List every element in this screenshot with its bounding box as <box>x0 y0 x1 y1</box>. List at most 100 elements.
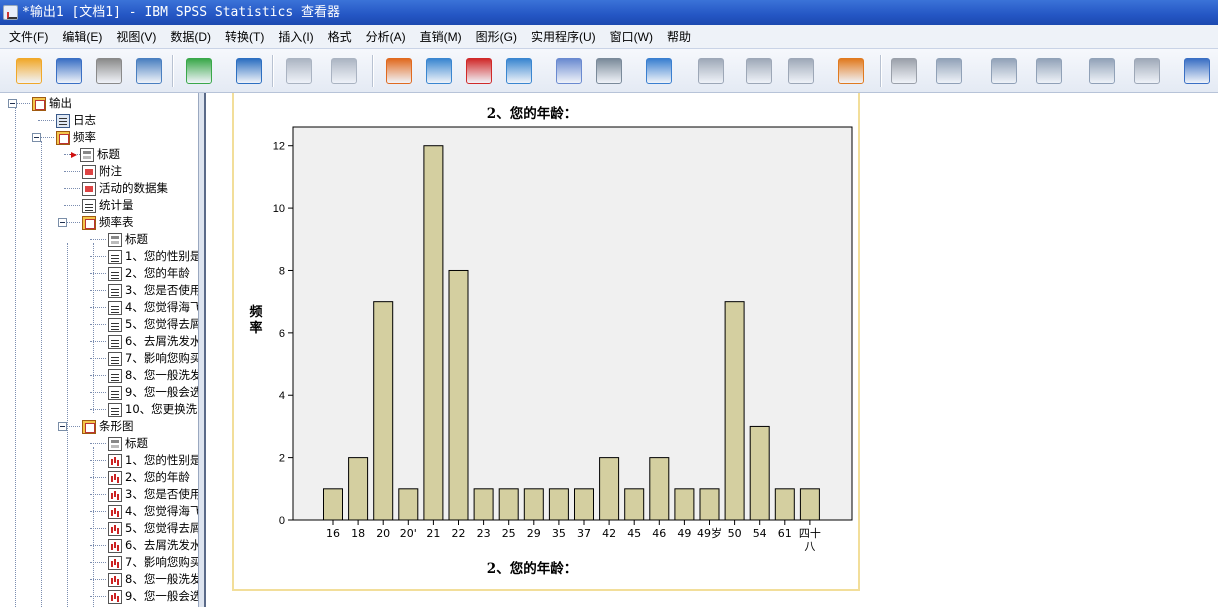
outline-item[interactable]: 5、您觉得去屑 <box>108 316 198 333</box>
outline-item-label: 频率表 <box>99 215 134 229</box>
outline-item[interactable]: 输出 <box>32 95 198 112</box>
outline-item[interactable]: 日志 <box>56 112 198 129</box>
pane-splitter[interactable] <box>198 93 206 607</box>
outline-item[interactable]: 活动的数据集 <box>82 180 198 197</box>
outline-item[interactable]: 标题 <box>108 435 198 452</box>
outline-item-label: 条形图 <box>99 419 134 433</box>
tree-guide-line <box>90 562 106 563</box>
menu-item-10[interactable]: 实用程序(U) <box>524 26 603 48</box>
variables-icon[interactable] <box>502 55 536 87</box>
book-icon <box>32 96 46 111</box>
outline-item[interactable]: 8、您一般洗发 <box>108 571 198 588</box>
outline-item[interactable]: 3、您是否使用 <box>108 282 198 299</box>
outline-item[interactable]: 频率表 <box>82 214 198 231</box>
print-icon[interactable] <box>92 55 126 87</box>
outline-item-label: 2、您的年龄 <box>125 266 190 280</box>
print-preview-icon[interactable] <box>132 55 166 87</box>
menu-item-0[interactable]: 文件(F) <box>2 26 55 48</box>
menu-item-12[interactable]: 帮助 <box>660 26 698 48</box>
goto-case-icon[interactable] <box>382 55 416 87</box>
save-icon[interactable] <box>52 55 86 87</box>
menu-item-2[interactable]: 视图(V) <box>109 26 163 48</box>
demote-icon[interactable] <box>1032 55 1066 87</box>
tree-collapse-toggle[interactable] <box>32 133 41 142</box>
menu-item-8[interactable]: 直销(M) <box>413 26 469 48</box>
outline-item[interactable]: 统计量 <box>82 197 198 214</box>
outline-item[interactable]: 10、您更换洗 <box>108 401 198 418</box>
toolbar-separator <box>272 55 274 87</box>
toolbar-separator <box>172 55 174 87</box>
menu-item-6[interactable]: 格式 <box>321 26 359 48</box>
outline-item[interactable]: 标题 <box>108 231 198 248</box>
hide-icon[interactable] <box>932 55 966 87</box>
recall-dialog-icon[interactable] <box>232 55 266 87</box>
outline-item-label: 附注 <box>99 164 122 178</box>
outline-item[interactable]: 2、您的年龄 <box>108 265 198 282</box>
outline-item[interactable]: 9、您一般会选 <box>108 588 198 605</box>
outline-item-label: 8、您一般洗发 <box>125 572 198 586</box>
promote-icon[interactable] <box>987 55 1021 87</box>
insert-cases-icon[interactable] <box>462 55 496 87</box>
menu-item-11[interactable]: 窗口(W) <box>603 26 660 48</box>
bar-chart-icon <box>108 470 122 485</box>
tree-collapse-toggle[interactable] <box>8 99 17 108</box>
weight-cases-icon[interactable] <box>592 55 626 87</box>
outline-item[interactable]: 标题 <box>70 146 186 163</box>
outline-item[interactable]: 5、您觉得去屑 <box>108 520 198 537</box>
outline-item-label: 标题 <box>125 436 148 450</box>
show-all-icon[interactable] <box>887 55 921 87</box>
tree-guide-line <box>90 494 106 495</box>
insert-heading-icon[interactable] <box>742 55 776 87</box>
outline-item[interactable]: 2、您的年龄 <box>108 469 198 486</box>
tree-guide-line <box>90 460 106 461</box>
chart-frame[interactable] <box>232 93 860 591</box>
export-icon[interactable] <box>182 55 216 87</box>
menu-item-1[interactable]: 编辑(E) <box>55 26 109 48</box>
insert-title-icon[interactable] <box>784 55 818 87</box>
outline-item[interactable]: 1、您的性别是 <box>108 248 198 265</box>
book-icon <box>82 419 96 434</box>
table-icon <box>108 317 122 332</box>
outline-item[interactable]: 条形图 <box>82 418 198 435</box>
outline-item[interactable]: 1、您的性别是 <box>108 452 198 469</box>
menu-item-9[interactable]: 图形(G) <box>469 26 524 48</box>
outline-item[interactable]: 4、您觉得海飞 <box>108 503 198 520</box>
outline-item[interactable]: 4、您觉得海飞 <box>108 299 198 316</box>
menu-item-4[interactable]: 转换(T) <box>218 26 271 48</box>
goto-variable-icon[interactable] <box>422 55 456 87</box>
outline-item[interactable]: 7、影响您购买 <box>108 350 198 367</box>
show-icon[interactable] <box>1180 55 1214 87</box>
outline-item[interactable]: 附注 <box>82 163 198 180</box>
outline-item[interactable]: 9、您一般会选 <box>108 384 198 401</box>
tree-guide-line <box>64 205 80 206</box>
undo-icon[interactable] <box>282 55 316 87</box>
bar-chart-icon <box>108 538 122 553</box>
outline-item[interactable]: 6、去屑洗发水 <box>108 537 198 554</box>
designate-window-icon[interactable] <box>694 55 728 87</box>
tree-collapse-toggle[interactable] <box>58 218 67 227</box>
open-folder-icon[interactable] <box>12 55 46 87</box>
outline-item[interactable]: 6、去屑洗发水 <box>108 333 198 350</box>
split-file-icon[interactable] <box>642 55 676 87</box>
title-icon <box>80 147 94 162</box>
outline-item[interactable]: 3、您是否使用 <box>108 486 198 503</box>
select-cases-icon[interactable] <box>552 55 586 87</box>
redo-icon[interactable] <box>327 55 361 87</box>
outline-item[interactable]: 8、您一般洗发 <box>108 367 198 384</box>
menu-item-5[interactable]: 插入(I) <box>271 26 320 48</box>
menu-item-3[interactable]: 数据(D) <box>163 26 218 48</box>
insert-text-icon[interactable] <box>834 55 868 87</box>
outline-item-label: 9、您一般会选 <box>125 385 198 399</box>
outline-item[interactable]: 7、影响您购买 <box>108 554 198 571</box>
content-pane[interactable] <box>206 93 1218 607</box>
outline-item[interactable]: 频率 <box>56 129 198 146</box>
outline-pane[interactable]: 输出 日志 频率 标题 附注 活动的数据集 统计量 频率表 标题 1、您的性别是 2、您的年龄 3、您… <box>0 93 198 607</box>
bar-chart-icon <box>108 572 122 587</box>
outline-item-label: 4、您觉得海飞 <box>125 300 198 314</box>
collapse-icon[interactable] <box>1130 55 1164 87</box>
outline-item-label: 1、您的性别是 <box>125 453 198 467</box>
expand-icon[interactable] <box>1085 55 1119 87</box>
menu-item-7[interactable]: 分析(A) <box>359 26 413 48</box>
title-icon <box>108 436 122 451</box>
tree-collapse-toggle[interactable] <box>58 422 67 431</box>
